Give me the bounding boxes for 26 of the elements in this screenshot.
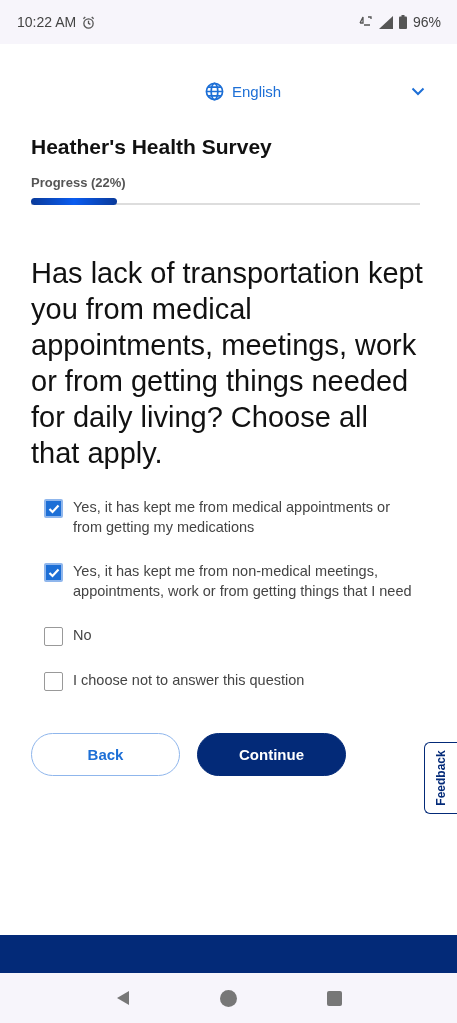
check-icon bbox=[47, 567, 60, 578]
back-button[interactable]: Back bbox=[31, 733, 180, 776]
language-selector[interactable]: English bbox=[205, 78, 425, 104]
signal-icon bbox=[378, 15, 393, 29]
survey-title: Heather's Health Survey bbox=[31, 135, 273, 159]
check-icon bbox=[47, 503, 60, 514]
globe-icon bbox=[205, 81, 224, 101]
checkbox[interactable] bbox=[44, 499, 63, 518]
alarm-icon bbox=[82, 15, 96, 29]
checkbox[interactable] bbox=[44, 627, 63, 646]
checkbox[interactable] bbox=[44, 563, 63, 582]
progress-label: Progress (22%) bbox=[31, 175, 127, 190]
option-label: Yes, it has kept me from medical appointments or from getting my medications bbox=[73, 498, 391, 537]
status-time: 10:22 AM bbox=[17, 14, 77, 30]
feedback-tab[interactable]: Feedback bbox=[424, 742, 457, 814]
continue-button[interactable]: Continue bbox=[197, 733, 346, 776]
battery-icon bbox=[398, 15, 407, 29]
option-label: Yes, it has kept me from non-medical meetings, appointments, work or from getting things that I need bbox=[73, 562, 413, 601]
option-label: I choose not to answer this question bbox=[73, 671, 305, 690]
battery-percent: 96% bbox=[412, 14, 441, 30]
recents-nav-icon[interactable] bbox=[327, 990, 343, 1006]
chevron-down-icon bbox=[411, 86, 425, 96]
question-text: Has lack of transportation kept you from medical appointments, meetings, work or from getting things needed for daily living? Choose all that apply. bbox=[31, 256, 423, 471]
home-nav-icon[interactable] bbox=[220, 989, 238, 1007]
option-label: No bbox=[73, 626, 92, 645]
checkbox[interactable] bbox=[44, 672, 63, 691]
